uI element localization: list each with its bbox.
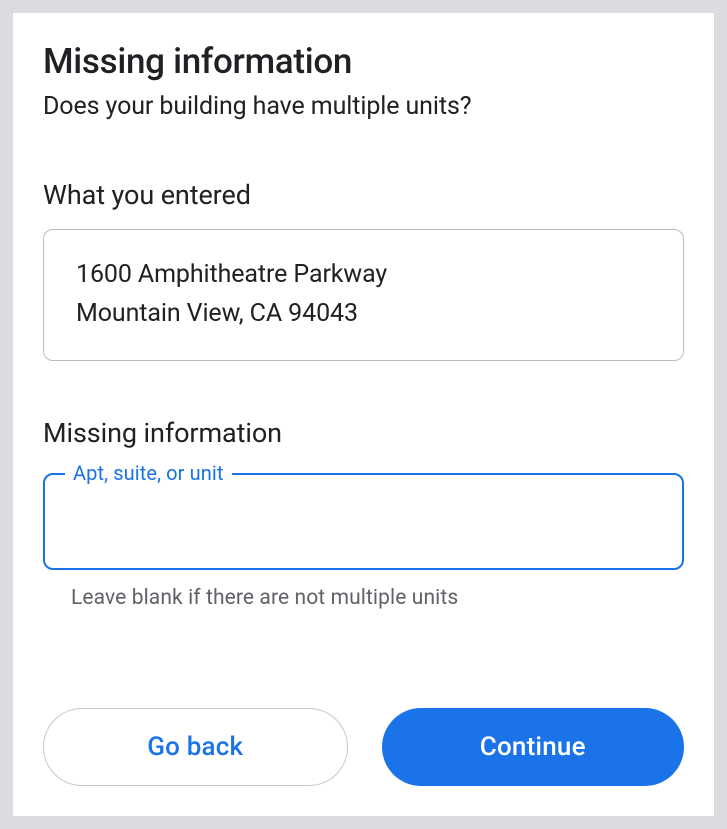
continue-button[interactable]: Continue [382,708,685,786]
entered-address-box: 1600 Amphitheatre Parkway Mountain View,… [43,229,684,361]
apt-field-label: Apt, suite, or unit [65,461,232,485]
go-back-button[interactable]: Go back [43,708,348,786]
apt-input[interactable] [43,473,684,570]
button-row: Go back Continue [43,708,684,786]
entered-heading: What you entered [43,179,684,211]
dialog-card: Missing information Does your building h… [12,12,715,817]
apt-field-wrapper: Apt, suite, or unit [43,473,684,570]
apt-helper-text: Leave blank if there are not multiple un… [71,586,684,610]
dialog-title: Missing information [43,41,684,82]
missing-heading: Missing information [43,417,684,449]
dialog-subtitle: Does your building have multiple units? [43,92,684,121]
entered-address-line1: 1600 Amphitheatre Parkway [76,256,651,295]
entered-address-line2: Mountain View, CA 94043 [76,295,651,334]
